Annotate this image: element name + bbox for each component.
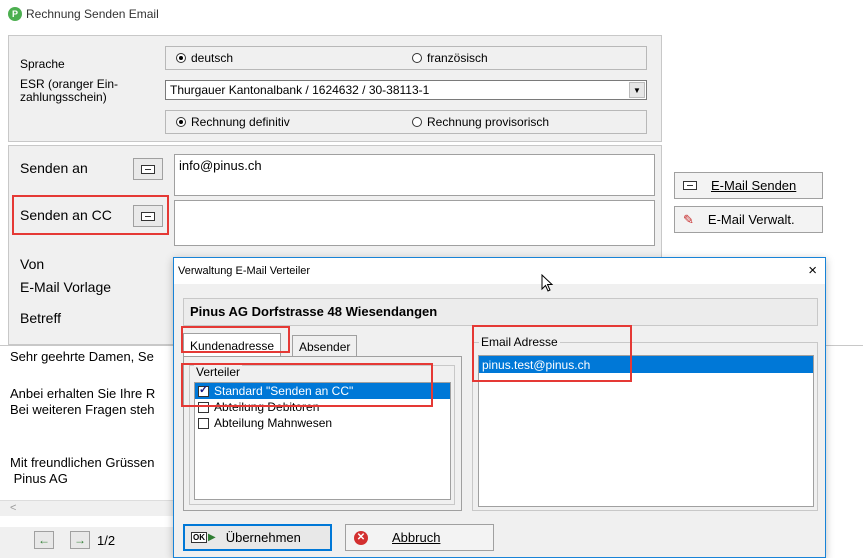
uebernehmen-button[interactable]: OK ▶ Übernehmen	[183, 524, 332, 551]
ok-icon-text: OK	[191, 532, 207, 543]
dialog-titlebar: Verwaltung E-Mail Verteiler ×	[174, 258, 825, 284]
senden-an-label: Senden an	[20, 160, 88, 176]
von-label: Von	[20, 256, 45, 272]
abbruch-label: Abbruch	[392, 530, 441, 545]
list-item[interactable]: Abteilung Mahnwesen	[195, 415, 450, 431]
page-indicator: 1/2	[97, 533, 116, 548]
radio-definitiv[interactable]: Rechnung definitiv	[176, 115, 290, 129]
email-senden-label: E-Mail Senden	[711, 178, 797, 193]
body-line-1: Sehr geehrte Damen, Se	[10, 349, 154, 364]
betreff-label: Betreff	[20, 310, 61, 326]
window-title: P Rechnung Senden Email	[8, 7, 159, 21]
body-line-3: Bei weiteren Fragen steh	[10, 402, 155, 417]
email-senden-button[interactable]: E-Mail Senden	[674, 172, 823, 199]
language-radio-group: deutsch französisch	[165, 46, 647, 70]
radio-dot-icon	[176, 53, 186, 63]
broom-icon: ✎	[683, 211, 694, 227]
envelope-icon	[141, 164, 155, 174]
senden-an-address-button[interactable]	[133, 158, 163, 180]
next-page-button[interactable]: →	[70, 531, 90, 549]
arrow-right-icon: →	[74, 533, 86, 547]
prev-page-button[interactable]: ←	[34, 531, 54, 549]
invoice-type-radio-group: Rechnung definitiv Rechnung provisorisch	[165, 110, 647, 134]
radio-provisorisch[interactable]: Rechnung provisorisch	[412, 115, 549, 129]
arrow-left-icon: ←	[38, 533, 50, 547]
senden-an-field[interactable]: info@pinus.ch	[174, 154, 655, 196]
senden-an-cc-field[interactable]	[174, 200, 655, 246]
body-line-4: Mit freundlichen Grüssen	[10, 455, 155, 470]
sprache-label: Sprache	[20, 57, 65, 71]
radio-dot-icon	[412, 53, 422, 63]
esr-select-value: Thurgauer Kantonalbank / 1624632 / 30-38…	[170, 83, 430, 97]
list-item-label: Abteilung Mahnwesen	[214, 416, 333, 430]
tab-absender-label: Absender	[299, 339, 351, 354]
radio-dot-icon	[412, 117, 422, 127]
esr-label: ESR (oranger Ein- zahlungsschein)	[20, 78, 118, 104]
email-verwalt-label: E-Mail Verwalt.	[707, 212, 795, 227]
app-logo-icon: P	[8, 7, 22, 21]
chevron-down-icon[interactable]: ▼	[629, 82, 645, 98]
company-header: Pinus AG Dorfstrasse 48 Wiesendangen	[183, 298, 818, 326]
radio-franzoesisch-label: französisch	[427, 51, 488, 65]
radio-deutsch[interactable]: deutsch	[176, 51, 233, 65]
uebernehmen-label: Übernehmen	[225, 530, 301, 545]
radio-deutsch-label: deutsch	[191, 51, 234, 65]
esr-select[interactable]: Thurgauer Kantonalbank / 1624632 / 30-38…	[165, 80, 647, 100]
highlight-email-adresse	[472, 325, 632, 382]
abbruch-button[interactable]: ✕ Abbruch	[345, 524, 494, 551]
radio-dot-icon	[176, 117, 186, 127]
tab-absender[interactable]: Absender	[292, 335, 358, 357]
horizontal-scrollbar[interactable]: <	[0, 500, 175, 516]
highlight-senden-an-cc	[12, 195, 169, 235]
body-line-5: Pinus AG	[10, 471, 68, 486]
window-title-text: Rechnung Senden Email	[26, 7, 159, 21]
radio-provisorisch-label: Rechnung provisorisch	[427, 115, 550, 129]
mouse-cursor-icon	[541, 274, 554, 292]
highlight-kundenadresse-tab	[181, 326, 290, 353]
dialog-title: Verwaltung E-Mail Verteiler	[178, 265, 311, 277]
envelope-icon	[683, 181, 697, 190]
scroll-left-icon[interactable]: <	[10, 502, 16, 514]
radio-franzoesisch[interactable]: französisch	[412, 51, 488, 65]
radio-definitiv-label: Rechnung definitiv	[191, 115, 290, 129]
close-icon[interactable]: ×	[808, 262, 817, 279]
cancel-x-icon: ✕	[354, 530, 368, 545]
checkbox-icon[interactable]	[198, 417, 209, 429]
highlight-verteiler	[181, 363, 433, 407]
verteiler-dialog: Verwaltung E-Mail Verteiler × Pinus AG D…	[173, 257, 826, 558]
email-verwalt-button[interactable]: ✎ E-Mail Verwalt.	[674, 206, 823, 233]
body-line-2: Anbei erhalten Sie Ihre R	[10, 386, 156, 401]
ok-check-icon: OK ▶	[191, 532, 216, 543]
esr-label-line2: zahlungsschein)	[20, 90, 107, 104]
email-vorlage-label: E-Mail Vorlage	[20, 279, 112, 295]
